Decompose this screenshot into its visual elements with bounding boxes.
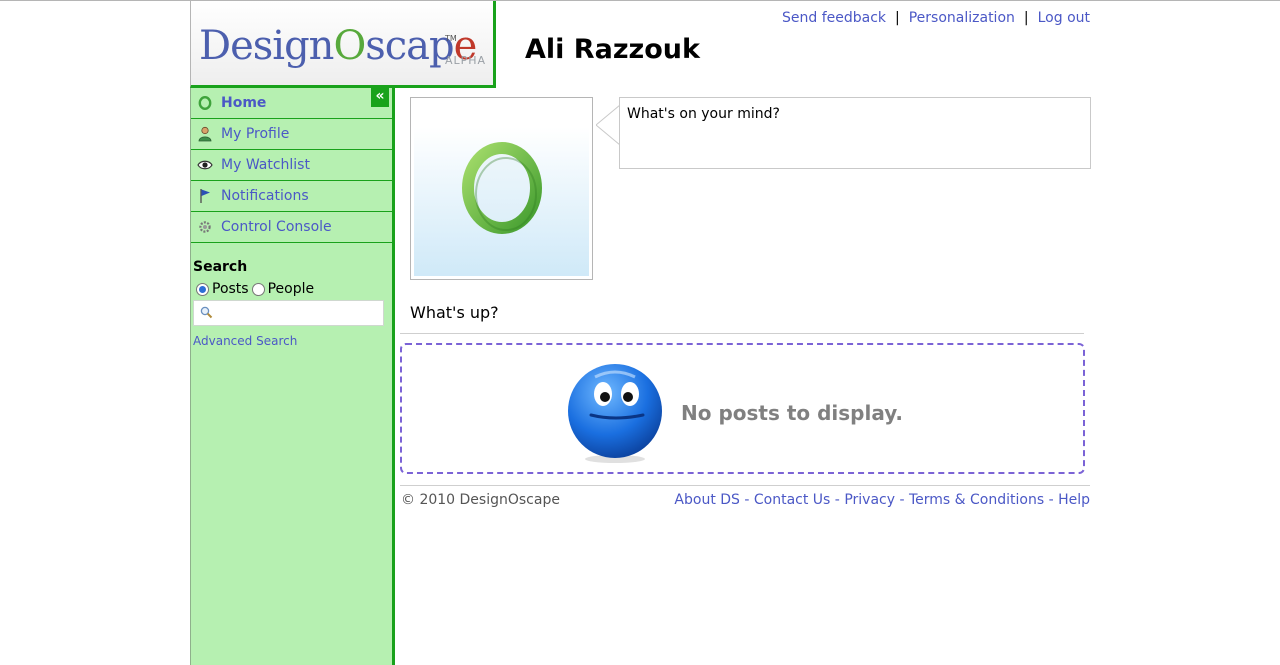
status-update-box[interactable] bbox=[619, 97, 1091, 169]
person-icon bbox=[197, 126, 213, 142]
log-out-link[interactable]: Log out bbox=[1038, 10, 1090, 26]
copyright: © 2010 DesignOscape bbox=[401, 492, 560, 508]
privacy-link[interactable]: Privacy bbox=[844, 492, 895, 508]
posts-radio[interactable] bbox=[196, 282, 209, 296]
sidebar-item-my-watchlist[interactable]: My Watchlist bbox=[191, 150, 392, 181]
search-input[interactable] bbox=[217, 302, 371, 324]
sidebar-item-control-console[interactable]: Control Console bbox=[191, 212, 392, 243]
search-panel: Search Posts People Advanced Search bbox=[191, 243, 392, 349]
about-link[interactable]: About DS bbox=[674, 492, 740, 508]
status-input[interactable] bbox=[625, 105, 1069, 123]
footer-separator: - bbox=[1044, 492, 1059, 508]
logo[interactable]: DesignOscape TM ALPHA bbox=[190, 1, 496, 88]
feed-title: What's up? bbox=[410, 303, 499, 322]
empty-message: No posts to display. bbox=[681, 401, 904, 425]
top-links: Send feedback | Personalization | Log ou… bbox=[782, 10, 1090, 26]
avatar-image bbox=[414, 101, 589, 276]
flag-icon bbox=[197, 188, 213, 204]
footer-separator: - bbox=[739, 492, 754, 508]
help-link[interactable]: Help bbox=[1058, 492, 1090, 508]
footer-separator: - bbox=[830, 492, 845, 508]
sidebar-item-label: Control Console bbox=[221, 219, 332, 235]
search-icon bbox=[200, 304, 213, 323]
link-separator: | bbox=[895, 10, 900, 26]
sidebar-item-label: Notifications bbox=[221, 188, 309, 204]
smiley-icon bbox=[568, 364, 662, 463]
send-feedback-link[interactable]: Send feedback bbox=[782, 10, 886, 26]
sidebar-item-label: My Watchlist bbox=[221, 157, 310, 173]
terms-link[interactable]: Terms & Conditions bbox=[909, 492, 1044, 508]
gear-icon bbox=[197, 219, 213, 235]
o-logo-icon bbox=[461, 141, 542, 234]
link-separator: | bbox=[1023, 10, 1029, 26]
footer-links: About DS - Contact Us - Privacy - Terms … bbox=[674, 492, 1090, 508]
search-heading: Search bbox=[193, 259, 248, 275]
search-type-options: Posts People bbox=[193, 281, 390, 297]
logo-trademark: TM bbox=[445, 34, 457, 43]
page-title: Ali Razzouk bbox=[525, 34, 700, 65]
sidebar-item-label: My Profile bbox=[221, 126, 290, 142]
eye-icon bbox=[197, 157, 213, 173]
collapse-sidebar-button[interactable]: « bbox=[371, 88, 389, 107]
logo-alpha-badge: ALPHA bbox=[445, 54, 487, 67]
people-radio-label[interactable]: People bbox=[268, 281, 315, 297]
o-logo-icon bbox=[197, 95, 213, 111]
avatar[interactable] bbox=[410, 97, 593, 280]
sidebar-item-label: Home bbox=[221, 95, 267, 111]
empty-feed-panel: No posts to display. bbox=[400, 343, 1085, 474]
posts-radio-label[interactable]: Posts bbox=[212, 281, 249, 297]
divider bbox=[400, 333, 1084, 334]
search-field[interactable] bbox=[193, 300, 384, 326]
people-radio[interactable] bbox=[251, 282, 265, 296]
contact-us-link[interactable]: Contact Us bbox=[754, 492, 830, 508]
personalization-link[interactable]: Personalization bbox=[909, 10, 1015, 26]
sidebar: « Home My Profile My Watchlist Notificat… bbox=[190, 88, 395, 665]
logo-wordmark: DesignOscape bbox=[199, 23, 477, 69]
sidebar-item-notifications[interactable]: Notifications bbox=[191, 181, 392, 212]
footer-separator: - bbox=[895, 492, 909, 508]
advanced-search-link[interactable]: Advanced Search bbox=[193, 334, 297, 348]
sidebar-item-home[interactable]: Home bbox=[191, 88, 392, 119]
footer-divider bbox=[400, 485, 1090, 486]
sidebar-item-my-profile[interactable]: My Profile bbox=[191, 119, 392, 150]
